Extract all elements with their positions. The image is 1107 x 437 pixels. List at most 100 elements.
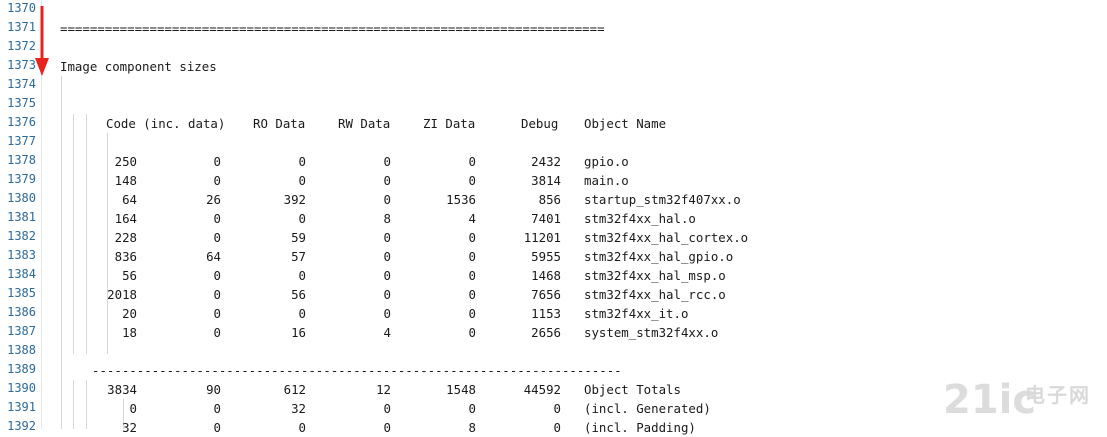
cell-rw-data: 0 [383, 268, 391, 283]
cell-zi-data: 0 [468, 249, 476, 264]
cell-ro-data: 0 [298, 211, 306, 226]
cell-object-name: gpio.o [584, 154, 629, 169]
cell-ro-data: 59 [291, 230, 306, 245]
cell-rw-data: 8 [383, 211, 391, 226]
cell-rw-data: 0 [383, 420, 391, 435]
red-down-arrow-icon [35, 6, 49, 76]
cell-code: 0 [129, 401, 137, 416]
cell-zi-data: 8 [468, 420, 476, 435]
cell-code: 2018 [107, 287, 137, 302]
cell-ro-data: 0 [298, 420, 306, 435]
cell-zi-data: 0 [468, 401, 476, 416]
cell-inc-data: 0 [213, 401, 221, 416]
cell-inc-data: 0 [213, 154, 221, 169]
col-header-zi: ZI Data [423, 116, 476, 131]
cell-rw-data: 0 [383, 306, 391, 321]
cell-rw-data: 0 [383, 249, 391, 264]
separator-dashes-line: ----------------------------------------… [92, 363, 622, 378]
watermark-subtitle: 电子网 [1025, 383, 1091, 407]
cell-inc-data: 0 [213, 325, 221, 340]
svg-text:21ic: 21ic [943, 377, 1036, 421]
cell-rw-data: 0 [383, 154, 391, 169]
text-editor[interactable]: 1370 1371 1372 1373 1374 1375 1376 1377 1378 1379… [0, 0, 1107, 435]
cell-ro-data: 57 [291, 249, 306, 264]
cell-zi-data: 0 [468, 287, 476, 302]
cell-object-name: stm32f4xx_hal.o [584, 211, 696, 226]
cell-inc-data: 0 [213, 420, 221, 435]
cell-inc-data: 90 [206, 382, 221, 397]
cell-code: 56 [122, 268, 137, 283]
cell-zi-data: 4 [468, 211, 476, 226]
cell-zi-data: 0 [468, 306, 476, 321]
col-header-code: Code (inc. data) [106, 116, 226, 131]
cell-debug: 11201 [523, 230, 561, 245]
cell-code: 3834 [107, 382, 137, 397]
cell-object-name: main.o [584, 173, 629, 188]
cell-inc-data: 0 [213, 230, 221, 245]
cell-inc-data: 0 [213, 268, 221, 283]
col-header-debug: Debug [521, 116, 559, 131]
cell-code: 18 [122, 325, 137, 340]
cell-debug: 2432 [531, 154, 561, 169]
cell-debug: 5955 [531, 249, 561, 264]
cell-code: 64 [122, 192, 137, 207]
cell-object-name: system_stm32f4xx.o [584, 325, 719, 340]
cell-debug: 2656 [531, 325, 561, 340]
cell-object-name: startup_stm32f407xx.o [584, 192, 741, 207]
cell-object-name: stm32f4xx_hal_cortex.o [584, 230, 749, 245]
cell-inc-data: 64 [206, 249, 221, 264]
cell-code: 32 [122, 420, 137, 435]
cell-debug: 0 [553, 420, 561, 435]
cell-ro-data: 32 [291, 401, 306, 416]
cell-object-name: stm32f4xx_hal_gpio.o [584, 249, 734, 264]
cell-rw-data: 12 [376, 382, 391, 397]
cell-object-name: stm32f4xx_hal_msp.o [584, 268, 726, 283]
col-header-object: Object Name [584, 116, 667, 131]
separator-equals-line: ========================================… [60, 21, 605, 36]
cell-debug: 7401 [531, 211, 561, 226]
cell-zi-data: 0 [468, 325, 476, 340]
cell-rw-data: 0 [383, 401, 391, 416]
cell-rw-data: 0 [383, 287, 391, 302]
cell-ro-data: 0 [298, 306, 306, 321]
col-header-rw: RW Data [338, 116, 391, 131]
cell-code: 164 [114, 211, 137, 226]
cell-zi-data: 0 [468, 154, 476, 169]
cell-zi-data: 0 [468, 173, 476, 188]
cell-debug: 1153 [531, 306, 561, 321]
cell-ro-data: 0 [298, 268, 306, 283]
cell-ro-data: 612 [283, 382, 306, 397]
cell-code: 20 [122, 306, 137, 321]
watermark-logo: 21ic 电子网 [943, 375, 1103, 423]
cell-rw-data: 0 [383, 230, 391, 245]
cell-object-name: (incl. Generated) [584, 401, 711, 416]
cell-code: 228 [114, 230, 137, 245]
code-area[interactable]: ========================================… [0, 0, 1107, 435]
cell-debug: 1468 [531, 268, 561, 283]
cell-inc-data: 0 [213, 306, 221, 321]
cell-ro-data: 16 [291, 325, 306, 340]
cell-code: 836 [114, 249, 137, 264]
cell-debug: 7656 [531, 287, 561, 302]
cell-inc-data: 26 [206, 192, 221, 207]
cell-ro-data: 392 [283, 192, 306, 207]
cell-debug: 856 [538, 192, 561, 207]
cell-zi-data: 0 [468, 230, 476, 245]
cell-inc-data: 0 [213, 173, 221, 188]
cell-rw-data: 0 [383, 173, 391, 188]
cell-ro-data: 56 [291, 287, 306, 302]
cell-code: 148 [114, 173, 137, 188]
cell-rw-data: 0 [383, 192, 391, 207]
cell-object-name: (incl. Padding) [584, 420, 696, 435]
cell-debug: 0 [553, 401, 561, 416]
cell-object-name: stm32f4xx_it.o [584, 306, 689, 321]
section-title: Image component sizes [60, 59, 217, 74]
cell-object-name: stm32f4xx_hal_rcc.o [584, 287, 726, 302]
cell-object-name: Object Totals [584, 382, 681, 397]
cell-zi-data: 0 [468, 268, 476, 283]
cell-code: 250 [114, 154, 137, 169]
col-header-ro: RO Data [253, 116, 306, 131]
cell-zi-data: 1536 [446, 192, 476, 207]
cell-ro-data: 0 [298, 173, 306, 188]
cell-zi-data: 1548 [446, 382, 476, 397]
